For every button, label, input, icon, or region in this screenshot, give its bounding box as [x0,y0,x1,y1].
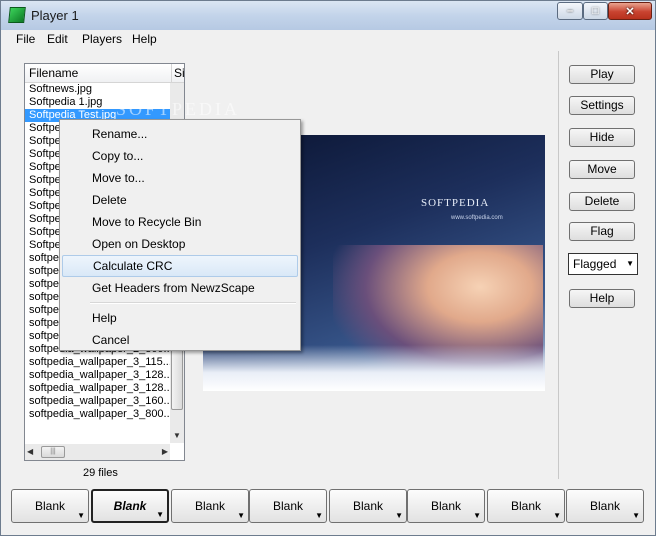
player-slot-button[interactable]: Blank ▼ [171,489,249,523]
menu-help[interactable]: Help [132,32,157,46]
scroll-left-icon[interactable]: ◀ [27,444,33,460]
dropdown-arrow-icon[interactable]: ▼ [395,511,403,521]
dropdown-arrow-icon[interactable]: ▼ [156,510,164,520]
move-button[interactable]: Move [569,160,635,179]
close-icon: ✕ [625,5,635,18]
preview-url: www.softpedia.com [451,215,503,221]
dropdown-arrow-icon[interactable]: ▼ [473,511,481,521]
file-row[interactable]: softpedia_wallpaper_3_128... [25,382,170,395]
player-slot-button[interactable]: Blank ▼ [487,489,565,523]
player-slot-label: Blank [352,499,384,513]
player-slot-button[interactable]: Blank ▼ [329,489,407,523]
delete-button[interactable]: Delete [569,192,635,211]
settings-button[interactable]: Settings [569,96,635,115]
preview-logo: SOFTPEDIA [421,197,490,209]
player-slot-button[interactable]: Blank ▼ [11,489,89,523]
app-window: Player 1 – □ ✕ File Edit Players Help Fi… [0,0,656,536]
player-slots-bar: Blank ▼ Blank ▼ Blank ▼ Blank ▼ Blank ▼ Blank ▼ Blan… [11,489,649,525]
context-menu-item[interactable]: Help [62,307,298,329]
context-menu-item[interactable]: Rename... [62,123,298,145]
column-header-size[interactable]: Si [172,64,184,83]
file-row[interactable]: softpedia_wallpaper_3_160... [25,395,170,408]
player-slot-label: Blank [194,499,226,513]
maximize-icon: □ [592,5,599,17]
file-row[interactable]: softpedia_wallpaper_3_800... [25,408,170,421]
player-slot-button[interactable]: Blank ▼ [249,489,327,523]
player-slot-label: Blank [589,499,621,513]
play-button[interactable]: Play [569,65,635,84]
player-slot-label: Blank [510,499,542,513]
scroll-down-icon[interactable]: ▼ [170,429,184,443]
dropdown-arrow-icon[interactable]: ▼ [632,511,640,521]
flagged-dropdown-label: Flagged [573,257,617,271]
scroll-right-icon[interactable]: ▶ [162,444,168,460]
player-slot-label: Blank [272,499,304,513]
context-menu-item[interactable]: Move to... [62,167,298,189]
context-menu-item[interactable]: Cancel [62,329,298,351]
player-slot-button[interactable]: Blank ▼ [91,489,169,523]
menu-edit[interactable]: Edit [47,32,68,46]
player-slot-button[interactable]: Blank ▼ [407,489,485,523]
file-row[interactable]: Softpedia 1.jpg [25,96,170,109]
minimize-button[interactable]: – [557,2,583,20]
context-menu-item[interactable]: Calculate CRC [62,255,298,277]
dropdown-arrow-icon: ▼ [626,259,634,268]
maximize-button[interactable]: □ [583,2,608,20]
dropdown-arrow-icon[interactable]: ▼ [315,511,323,521]
file-row[interactable]: softpedia_wallpaper_3_115... [25,356,170,369]
menu-file[interactable]: File [16,32,35,46]
context-menu-item[interactable]: Open on Desktop [62,233,298,255]
context-menu-item[interactable]: Copy to... [62,145,298,167]
horizontal-scrollbar[interactable]: ◀ ||| ▶ [25,444,170,460]
file-count: 29 files [83,467,118,479]
flagged-dropdown[interactable]: Flagged ▼ [568,253,638,275]
menu-players[interactable]: Players [82,32,122,46]
flag-button[interactable]: Flag [569,222,635,241]
preview-foam [203,345,545,391]
dropdown-arrow-icon[interactable]: ▼ [553,511,561,521]
file-row[interactable]: Softnews.jpg [25,83,170,96]
column-header-filename[interactable]: Filename [25,64,172,83]
dropdown-arrow-icon[interactable]: ▼ [77,511,85,521]
hide-button[interactable]: Hide [569,128,635,147]
window-title: Player 1 [31,8,79,23]
context-menu: Rename... Copy to... Move to... Delete Move … [59,119,301,351]
player-slot-label: Blank [430,499,462,513]
player-slot-label: Blank [113,499,147,513]
app-icon [8,7,26,23]
player-slot-label: Blank [34,499,66,513]
menu-bar: File Edit Players Help [1,30,655,48]
minimize-icon: – [566,5,574,17]
help-button[interactable]: Help [569,289,635,308]
player-slot-button[interactable]: Blank ▼ [566,489,644,523]
horizontal-scroll-thumb[interactable]: ||| [41,446,65,458]
title-bar[interactable]: Player 1 – □ ✕ [1,1,655,31]
context-menu-item[interactable]: Get Headers from NewzScape [62,277,298,299]
file-row[interactable]: softpedia_wallpaper_3_128... [25,369,170,382]
context-menu-item[interactable]: Move to Recycle Bin [62,211,298,233]
side-panel: Play Settings Hide Move Delete Flag Flag… [558,51,647,479]
context-menu-separator [90,302,296,304]
close-button[interactable]: ✕ [608,2,652,20]
context-menu-item[interactable]: Delete [62,189,298,211]
dropdown-arrow-icon[interactable]: ▼ [237,511,245,521]
